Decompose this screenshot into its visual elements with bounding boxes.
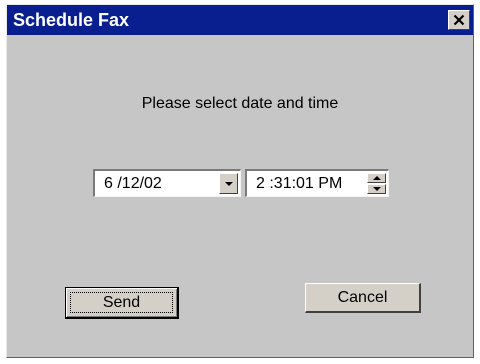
close-icon xyxy=(453,14,465,26)
schedule-fax-dialog: Schedule Fax Please select date and time… xyxy=(6,4,474,358)
spin-down-button[interactable] xyxy=(367,184,386,194)
instruction-text: Please select date and time xyxy=(141,95,339,112)
time-value: 2 :31:01 PM xyxy=(256,175,343,192)
spin-up-icon xyxy=(372,176,381,180)
window-title: Schedule Fax xyxy=(13,10,130,30)
title-bar[interactable]: Schedule Fax xyxy=(7,5,473,35)
cancel-label: Cancel xyxy=(337,288,388,306)
cancel-button[interactable]: Cancel xyxy=(305,283,421,313)
chevron-down-icon xyxy=(224,181,233,186)
send-button[interactable]: Send xyxy=(65,287,179,319)
time-picker[interactable]: 2 :31:01 PM xyxy=(245,169,389,197)
spin-down-icon xyxy=(372,187,381,191)
spin-up-button[interactable] xyxy=(367,173,386,183)
date-picker[interactable]: 6 /12/02 xyxy=(93,169,241,197)
close-button[interactable] xyxy=(448,10,470,30)
focus-rectangle xyxy=(70,292,173,313)
date-value: 6 /12/02 xyxy=(104,175,162,192)
date-dropdown-button[interactable] xyxy=(219,173,238,194)
time-spinner xyxy=(367,173,386,194)
